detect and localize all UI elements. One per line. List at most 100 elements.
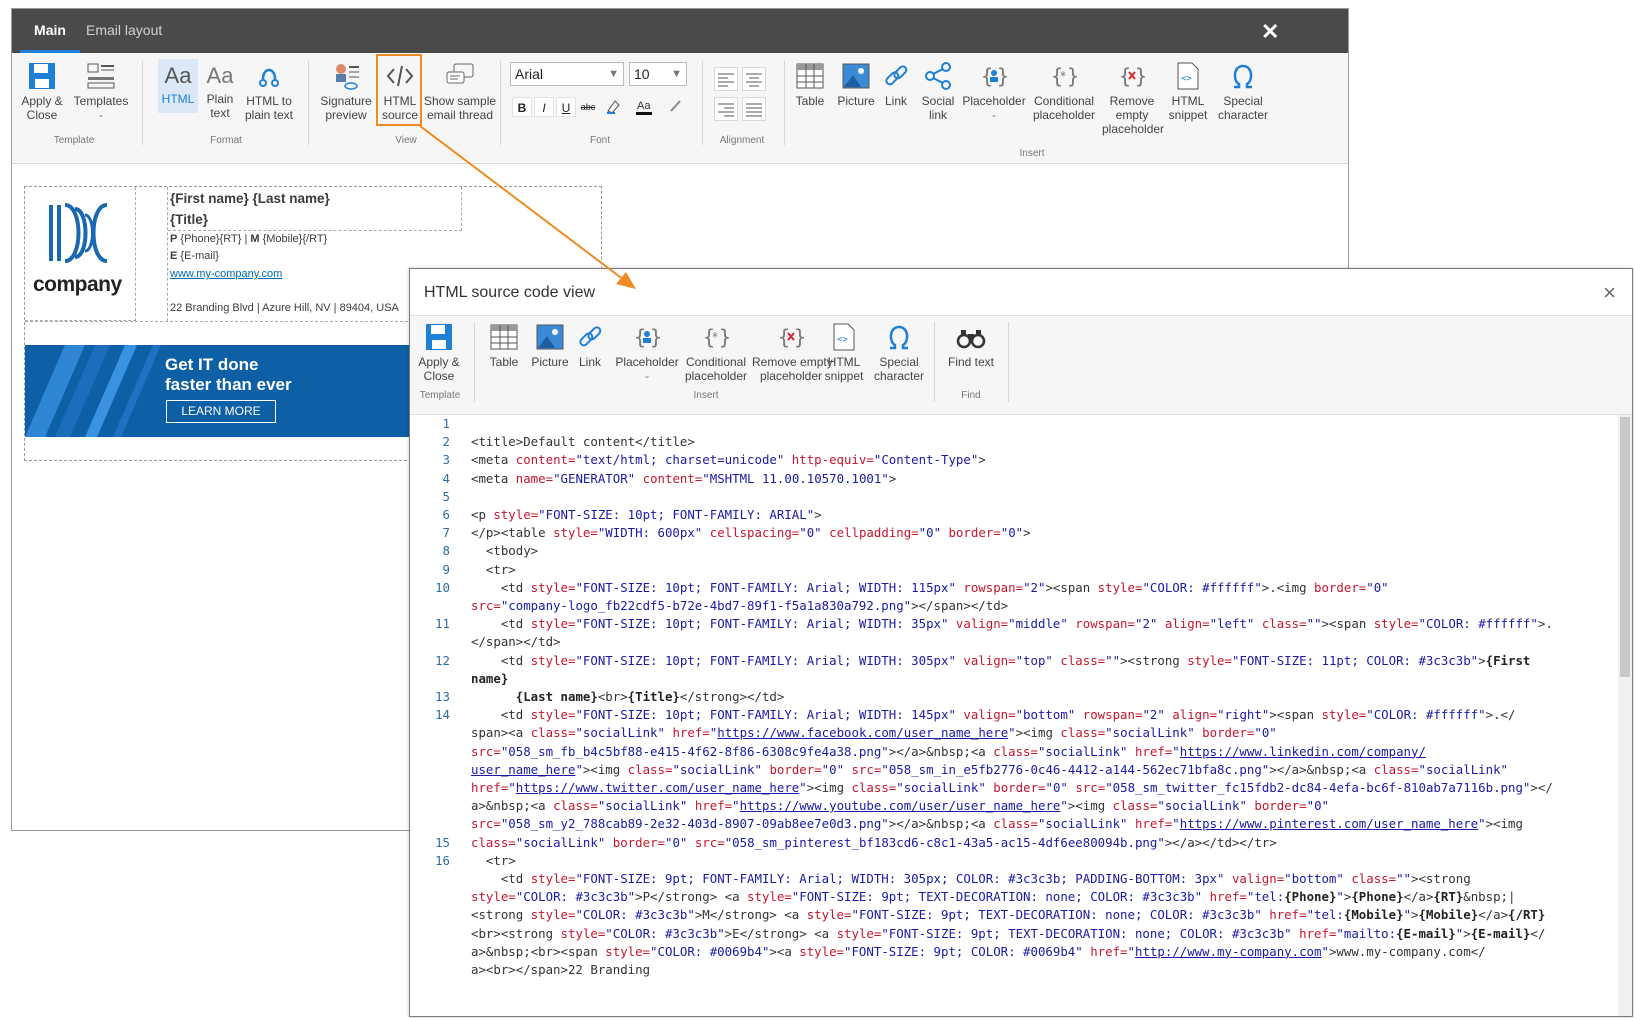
code-line-8: <tbody> — [485, 543, 539, 559]
font-aa-light-icon: Aa — [206, 63, 234, 88]
insert-table-button[interactable]: Table — [792, 61, 828, 108]
underline-button[interactable]: U — [556, 97, 576, 117]
html-format-label: HTML — [161, 92, 195, 106]
line-number — [410, 761, 450, 779]
group-label-insert: Insert — [1019, 148, 1045, 159]
link-label: Link — [884, 94, 907, 108]
font-size-select[interactable]: 10 ▼ — [629, 62, 687, 86]
svg-text:<>: <> — [1181, 74, 1192, 84]
binoculars-icon — [956, 330, 986, 349]
find-text-button[interactable]: Find text — [942, 322, 1000, 369]
line-number — [410, 888, 450, 906]
line-number: 1 — [442, 416, 450, 431]
tab-email-layout[interactable]: Email layout — [86, 9, 162, 53]
insert-conditional-placeholder-button[interactable]: {} * Conditional placeholder — [1030, 61, 1098, 122]
align-justify-button[interactable] — [742, 97, 766, 121]
dialog-close-icon[interactable]: × — [1603, 280, 1616, 306]
tab-main[interactable]: Main — [20, 9, 80, 53]
line-number: 5 — [442, 488, 450, 504]
templates-button[interactable]: Templates ⌄ — [72, 61, 130, 122]
banner-headline-2: faster than ever — [165, 375, 292, 394]
divider — [308, 61, 309, 145]
html-format-button[interactable]: Aa HTML — [158, 59, 198, 113]
table-label: Table — [795, 94, 825, 108]
strikethrough-button[interactable]: abc — [578, 97, 598, 117]
remove-empty-placeholder-label: Remove empty placeholder — [1102, 94, 1165, 136]
italic-button[interactable]: I — [534, 97, 554, 117]
apply-close-button[interactable]: Apply & Close — [18, 61, 66, 122]
line-number — [410, 815, 450, 833]
dialog-group-label-insert: Insert — [693, 390, 719, 401]
dialog-remove-empty-placeholder-button[interactable]: {} Remove empty placeholder — [752, 322, 833, 383]
line-number — [410, 925, 450, 943]
svg-text:*: * — [712, 330, 718, 344]
signature-preview-button[interactable]: Signature preview — [318, 61, 374, 122]
html-to-plain-text-button[interactable]: HTML to plain text — [242, 61, 296, 122]
dialog-insert-table-button[interactable]: Table — [486, 322, 522, 369]
line-number — [410, 797, 450, 815]
insert-html-snippet-button[interactable]: <> HTML snippet — [1166, 61, 1210, 122]
pen-icon[interactable] — [666, 97, 686, 117]
line-number — [410, 743, 450, 761]
line-number: 16 — [435, 852, 450, 868]
font-color-icon[interactable]: Aa — [634, 97, 654, 117]
font-family-select[interactable]: Arial ▼ — [510, 62, 624, 86]
editor-close-icon[interactable]: ✕ — [1261, 21, 1279, 43]
insert-picture-button[interactable]: Picture — [834, 61, 878, 108]
mobile-prefix: M — [250, 233, 260, 245]
placeholder-icon: {} — [981, 64, 1009, 88]
show-sample-email-thread-button[interactable]: Show sample email thread — [424, 61, 496, 122]
html-snippet-icon: <> — [833, 323, 855, 351]
plain-text-button[interactable]: Aa Plain text — [202, 63, 238, 120]
signature-preview-label: Signature preview — [320, 94, 372, 122]
editor-tab-bar: Main Email layout ✕ — [12, 9, 1348, 53]
highlight-icon[interactable] — [604, 97, 624, 117]
line-number: 4 — [442, 470, 450, 486]
font-aa-icon: Aa — [164, 63, 192, 88]
code-editor[interactable]: 1 2 3 4 5 6 7 8 9 10 11 12 13 14 15 16 <title>Defau… — [410, 415, 1616, 1016]
dialog-insert-html-snippet-button[interactable]: <> HTML snippet — [822, 322, 866, 383]
align-center-button[interactable] — [742, 67, 766, 91]
dialog-insert-picture-button[interactable]: Picture — [528, 322, 572, 369]
link-icon — [885, 65, 908, 86]
bold-button[interactable]: B — [512, 97, 532, 117]
remove-placeholder-icon: {} — [778, 325, 806, 349]
insert-placeholder-button[interactable]: {} Placeholder ⌄ — [962, 61, 1026, 122]
insert-social-link-button[interactable]: Social link — [920, 61, 956, 122]
dialog-insert-special-character-button[interactable]: Special character — [870, 322, 928, 383]
svg-text:*: * — [1060, 69, 1066, 83]
learn-more-button[interactable]: LEARN MORE — [166, 400, 276, 423]
svg-text:}: } — [1067, 64, 1079, 88]
align-left-button[interactable] — [714, 67, 738, 91]
insert-link-button[interactable]: Link — [880, 61, 912, 108]
mobile-value: {Mobile}{/RT} — [262, 233, 328, 245]
svg-text:}: } — [719, 325, 731, 349]
dialog-insert-link-button[interactable]: Link — [574, 322, 606, 369]
phone-prefix: P — [170, 233, 178, 245]
code-text[interactable]: <title>Default content</title> <meta con… — [471, 415, 1611, 979]
remove-empty-placeholder-button[interactable]: {} Remove empty placeholder — [1102, 61, 1165, 136]
scrollbar-thumb[interactable] — [1620, 417, 1630, 677]
dialog-picture-label: Picture — [531, 355, 569, 369]
group-label-view: View — [395, 135, 417, 146]
insert-special-character-button[interactable]: Special character — [1214, 61, 1272, 122]
html-snippet-icon: <> — [1177, 62, 1199, 90]
templates-icon — [87, 63, 115, 89]
line-number-gutter: 1 2 3 4 5 6 7 8 9 10 11 12 13 14 15 16 — [410, 415, 450, 943]
signature-address: 22 Branding Blvd | Azure Hill, NV | 8940… — [170, 302, 399, 314]
group-label-format: Format — [210, 135, 242, 146]
dialog-insert-placeholder-button[interactable]: {} Placeholder ⌄ — [614, 322, 680, 383]
picture-label: Picture — [837, 94, 875, 108]
signature-preview-icon — [336, 64, 359, 90]
dialog-insert-conditional-placeholder-button[interactable]: {} * Conditional placeholder — [682, 322, 750, 383]
html-source-highlight — [376, 54, 422, 126]
dialog-html-snippet-label: HTML snippet — [824, 355, 864, 383]
code-vertical-scrollbar[interactable] — [1618, 415, 1632, 1016]
align-right-button[interactable] — [714, 97, 738, 121]
conditional-placeholder-label: Conditional placeholder — [1032, 94, 1096, 122]
signature-website-link[interactable]: www.my-company.com — [170, 268, 282, 280]
dialog-group-label-template: Template — [419, 390, 461, 401]
dialog-apply-close-button[interactable]: Apply & Close — [416, 322, 462, 383]
company-logo-text: company — [33, 273, 122, 296]
